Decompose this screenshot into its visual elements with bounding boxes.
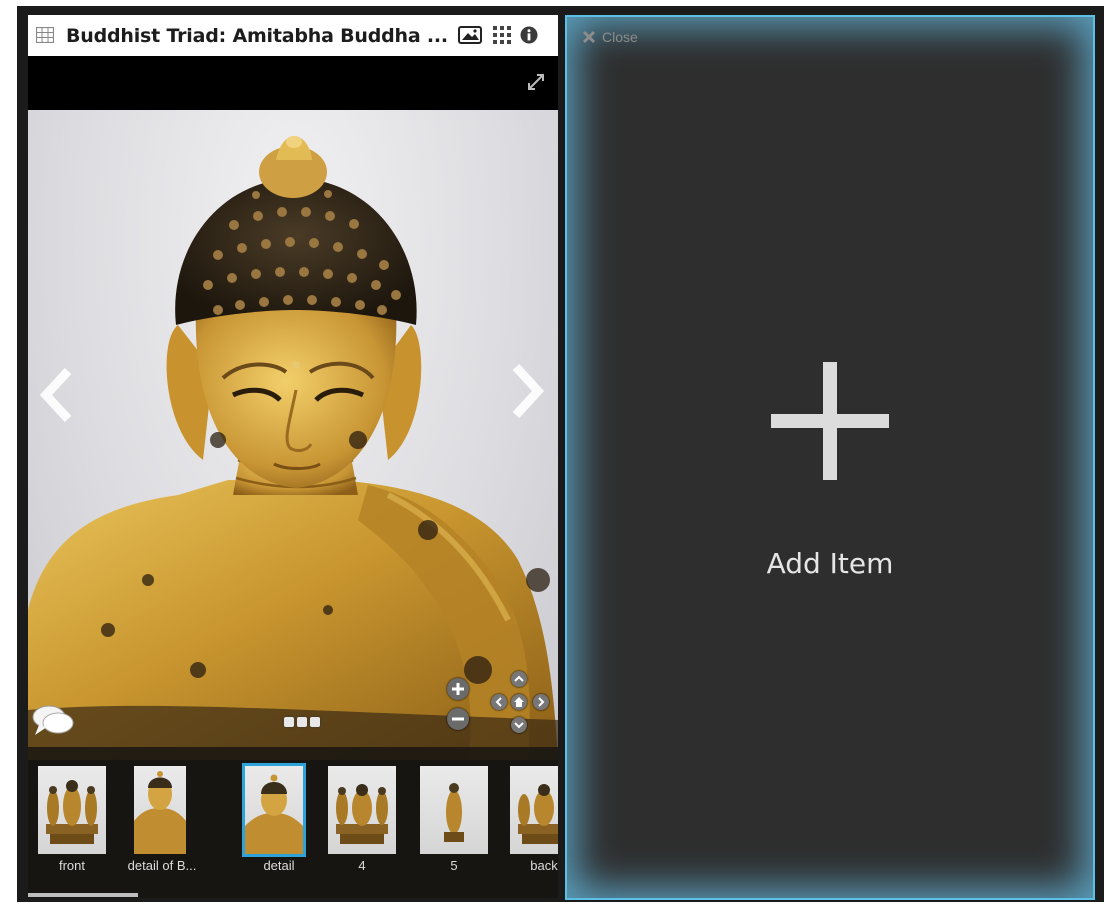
close-icon [582, 30, 596, 44]
viewer-titlebar: Buddhist Triad: Amitabha Buddha ... [28, 15, 558, 56]
thumbnail-image [134, 766, 186, 854]
window-title: Buddhist Triad: Amitabha Buddha ... [66, 25, 448, 47]
comment-bubbles-icon[interactable] [31, 703, 75, 739]
thumbnail-item[interactable]: 4 [326, 764, 398, 876]
zoom-in-icon[interactable] [447, 678, 469, 700]
next-image-arrow-icon[interactable] [508, 361, 548, 421]
thumbnail-label: 5 [450, 858, 458, 873]
more-options-button[interactable] [284, 717, 324, 733]
thumbnail-label: back [530, 858, 558, 873]
thumbnail-item[interactable]: front [36, 764, 108, 876]
home-reset-icon[interactable] [511, 694, 527, 710]
buddha-statue-image [28, 136, 558, 760]
add-item-label[interactable]: Add Item [690, 547, 970, 580]
close-button[interactable]: Close [582, 27, 638, 47]
zoom-out-icon[interactable] [447, 708, 469, 730]
thumbnail-strip: front detail of B... detail 4 5 back [28, 747, 558, 898]
thumbnail-item[interactable]: detail of B... [126, 764, 196, 876]
pan-down-icon[interactable] [511, 717, 527, 733]
grid-table-icon[interactable] [36, 27, 54, 43]
scroll-indicator[interactable] [28, 893, 138, 897]
pan-up-icon[interactable] [511, 671, 527, 687]
thumbnail-label: detail of B... [127, 858, 197, 873]
image-viewer-window: Buddhist Triad: Amitabha Buddha ... fron… [28, 15, 558, 898]
fullscreen-icon[interactable] [525, 71, 547, 93]
thumbnail-image [510, 766, 558, 854]
thumbnail-label: front [58, 858, 85, 873]
add-plus-icon[interactable] [771, 362, 889, 480]
previous-image-arrow-icon[interactable] [36, 365, 76, 425]
thumbnail-item[interactable]: 5 [418, 764, 490, 876]
viewer-toolbar [28, 56, 558, 110]
pan-left-icon[interactable] [491, 694, 507, 710]
info-icon[interactable] [520, 26, 538, 44]
image-view-icon[interactable] [458, 26, 482, 44]
thumbnail-image [242, 763, 306, 857]
thumbnail-label: detail [263, 858, 295, 873]
thumbnail-image [420, 766, 488, 854]
thumbnail-label: 4 [358, 858, 366, 873]
thumbnail-item[interactable]: detail [242, 763, 306, 876]
thumbnail-image [328, 766, 396, 854]
thumbnail-item[interactable]: back [508, 764, 558, 876]
thumbnail-image [38, 766, 106, 854]
main-image[interactable] [28, 110, 558, 760]
close-label: Close [602, 29, 638, 45]
gallery-grid-icon[interactable] [493, 26, 511, 44]
pan-right-icon[interactable] [533, 694, 549, 710]
